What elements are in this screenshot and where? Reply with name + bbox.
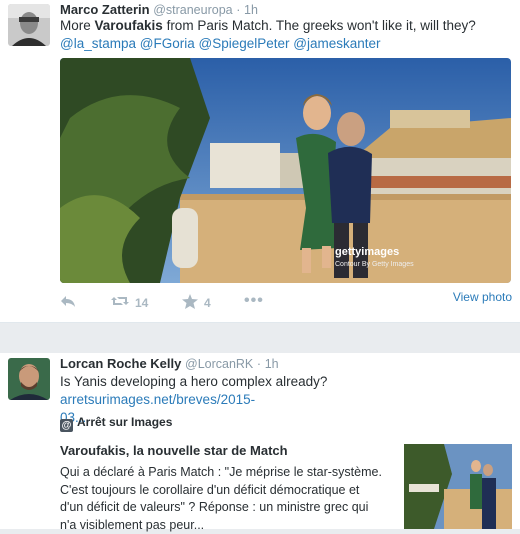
tweet-actions: 14 4 ••• <box>60 292 512 312</box>
url-link[interactable]: arretsurimages.net/breves/2015- <box>60 392 255 407</box>
text-bold: Varoufakis <box>95 18 163 33</box>
separator-dot: · <box>236 3 240 17</box>
mention-link[interactable]: @SpiegelPeter <box>199 36 290 51</box>
mention-link[interactable]: @jameskanter <box>293 36 380 51</box>
text-segment: Is Yanis developing a hero complex alrea… <box>60 374 327 389</box>
card-site-icon: @ <box>60 419 73 432</box>
card-desc-line: d'un déficit de valeurs" ? Réponse : un … <box>60 499 395 517</box>
tweet[interactable]: Marco Zatterin @straneuropa · 1h More Va… <box>0 0 520 323</box>
text-segment: More <box>60 18 95 33</box>
timestamp[interactable]: 1h <box>265 357 279 371</box>
card-title: Varoufakis, la nouvelle star de Match <box>60 443 288 458</box>
favorite-count: 4 <box>204 296 211 310</box>
retweet-icon[interactable] <box>110 294 130 311</box>
photo-credit: Contour By Getty Images <box>335 261 414 268</box>
tweet-photo[interactable]: gettyimages Contour By Getty Images <box>60 58 511 283</box>
mention-link[interactable]: @FGoria <box>140 36 195 51</box>
tweet-header: Lorcan Roche Kelly @LorcanRK · 1h <box>60 356 279 371</box>
photo-watermark: gettyimages <box>335 246 399 258</box>
card-desc-line: C'est toujours le corollaire d'un défici… <box>60 482 395 500</box>
view-photo-link[interactable]: View photo <box>453 290 512 304</box>
reply-icon[interactable] <box>60 294 76 311</box>
author-name[interactable]: Marco Zatterin <box>60 2 150 17</box>
card-source[interactable]: @ Arrêt sur Images <box>60 415 172 432</box>
author-name[interactable]: Lorcan Roche Kelly <box>60 356 181 371</box>
favorite-icon[interactable] <box>182 294 198 312</box>
retweet-count: 14 <box>135 296 148 310</box>
text-segment: from Paris Match. The greeks won't like … <box>163 18 476 33</box>
card-desc-line: n'a visiblement pas peur... <box>60 517 395 534</box>
timestamp[interactable]: 1h <box>244 3 258 17</box>
author-handle[interactable]: @LorcanRK <box>185 357 253 371</box>
card-thumbnail[interactable] <box>404 444 512 529</box>
card-site-name: Arrêt sur Images <box>77 415 172 429</box>
tweet-header: Marco Zatterin @straneuropa · 1h <box>60 2 258 17</box>
avatar[interactable] <box>8 358 50 400</box>
card-desc-line: Qui a déclaré à Paris Match : "Je mépris… <box>60 464 395 482</box>
tweet-text: More Varoufakis from Paris Match. The gr… <box>60 17 512 53</box>
separator-dot: · <box>257 357 261 371</box>
card-description: Qui a déclaré à Paris Match : "Je mépris… <box>60 464 395 534</box>
mention-link[interactable]: @la_stampa <box>60 36 136 51</box>
more-icon[interactable]: ••• <box>244 292 264 310</box>
avatar[interactable] <box>8 4 50 46</box>
author-handle[interactable]: @straneuropa <box>153 3 232 17</box>
